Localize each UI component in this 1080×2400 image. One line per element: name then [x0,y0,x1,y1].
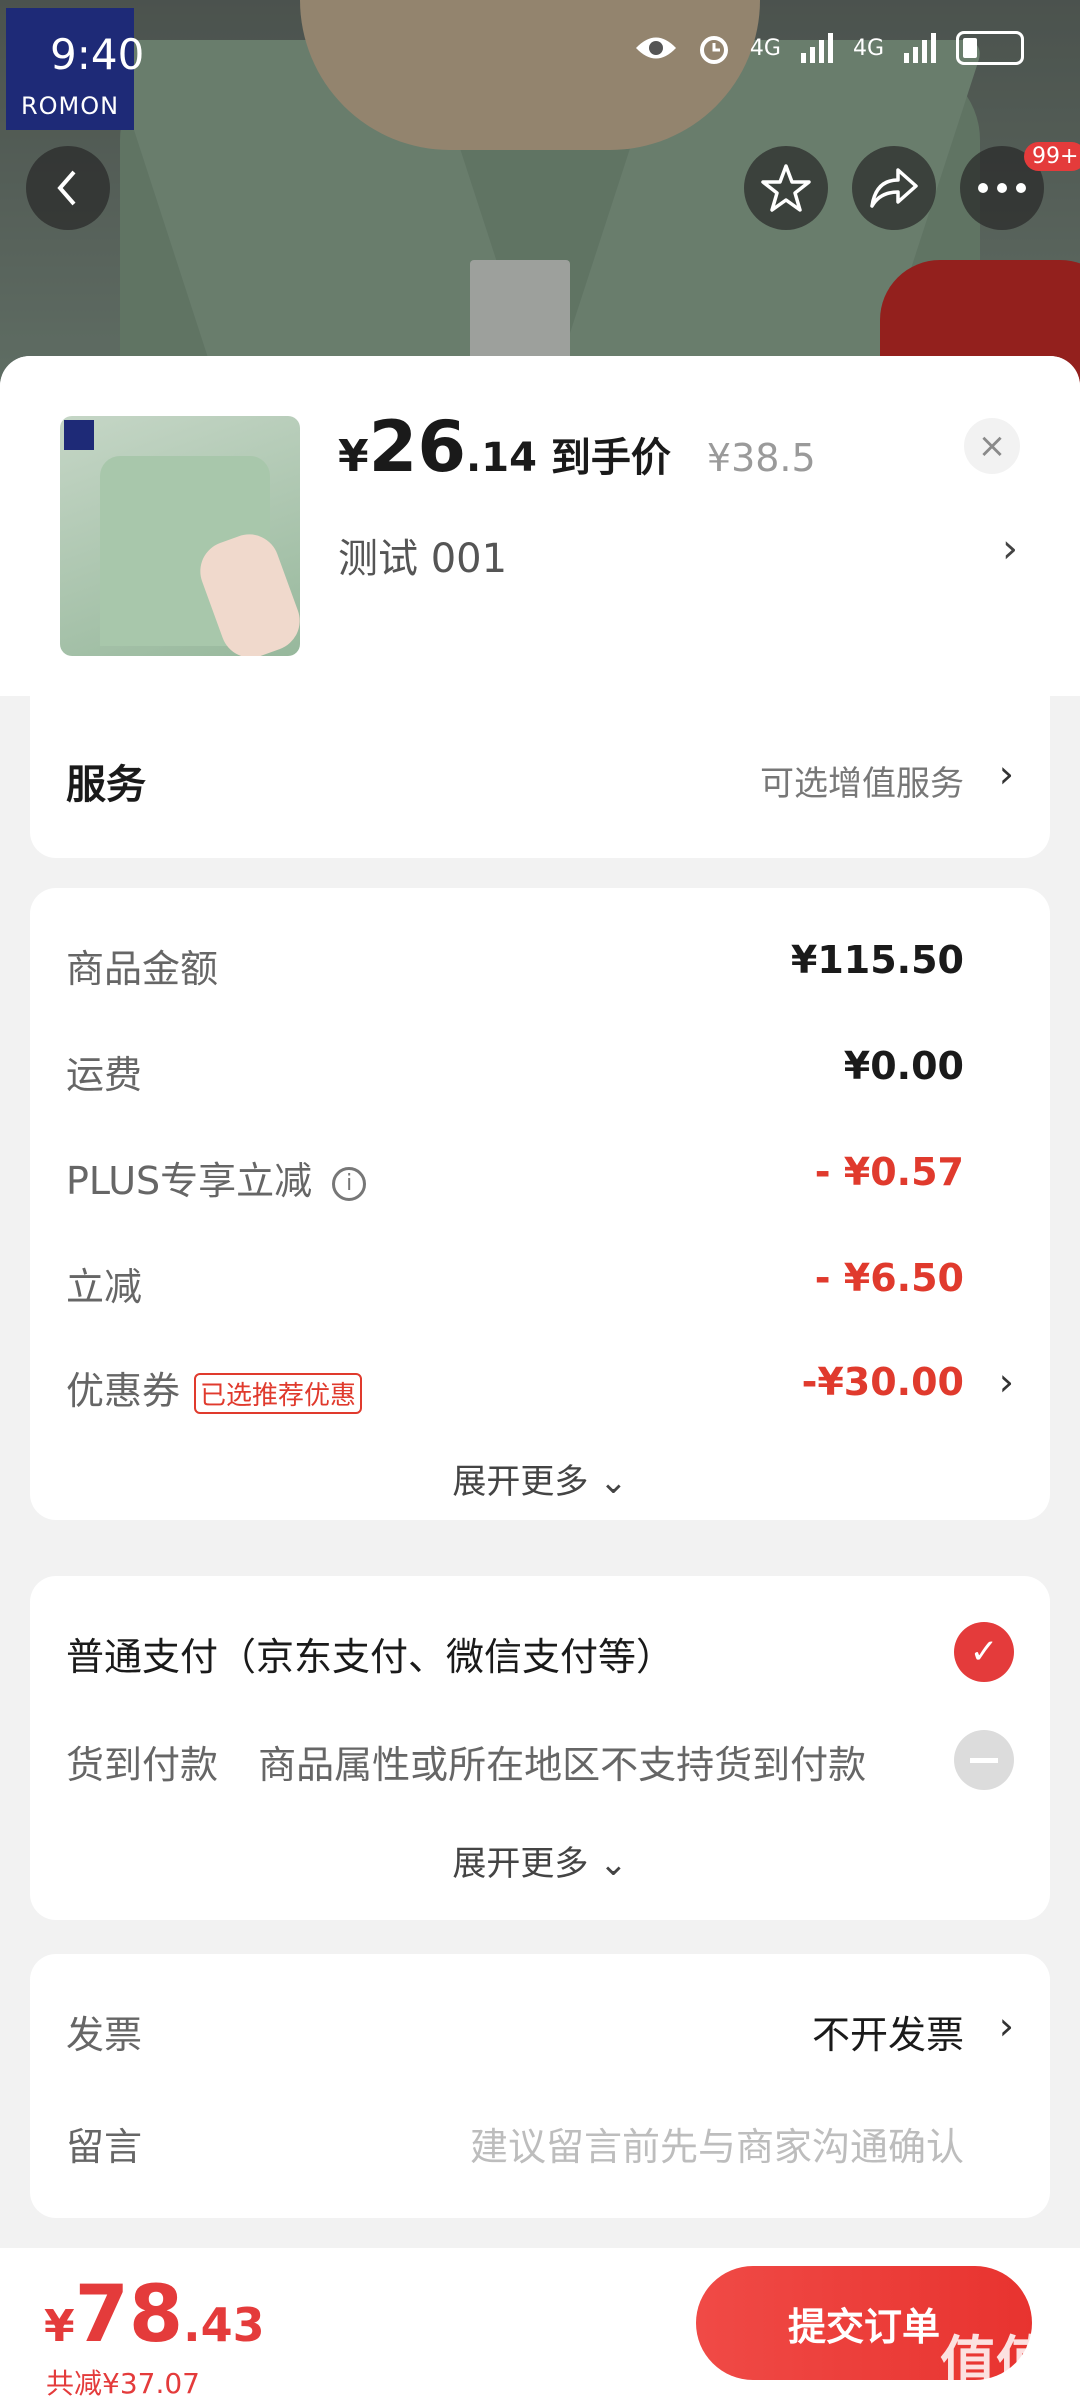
spec-text: 测试 001 [338,536,508,582]
note-row: 留言 建议留言前先与商家沟通确认 [66,2116,1014,2171]
network-label: 4G [749,35,781,61]
signal-icon-2 [904,33,936,63]
expand-more-button[interactable]: 展开更多 ⌄ [30,1454,1050,1503]
price-integer: 26 [368,406,467,488]
status-bar: 9:40 4G 4G [0,0,1080,110]
payment-card: 普通支付（京东支付、微信支付等） ✓ 货到付款 商品属性或所在地区不支持货到付款… [30,1576,1050,1920]
service-title: 服务 [66,762,146,808]
direct-discount-row: 立减 - ¥6.50 [66,1256,964,1309]
back-button[interactable] [26,146,110,230]
product-thumbnail[interactable] [60,416,300,656]
chevron-down-icon: ⌄ [599,1844,628,1884]
chevron-down-icon: ⌄ [599,1462,628,1502]
invoice-row[interactable]: 发票 不开发票 › [66,2004,1014,2059]
share-button[interactable] [852,146,936,230]
network-label-2: 4G [852,35,884,61]
plus-discount: - ¥0.57 [814,1150,964,1194]
watermark: 值值值 [940,2331,1052,2396]
normal-payment-option[interactable]: 普通支付（京东支付、微信支付等） [66,1626,1014,1681]
disabled-radio-icon [954,1730,1014,1790]
chevron-right-icon: › [998,1360,1014,1404]
share-icon [870,168,918,208]
chevron-right-icon: › [998,752,1014,796]
signal-icon [800,33,833,63]
price-decimal: .14 [466,435,537,481]
shipping-fee: ¥0.00 [843,1044,964,1088]
more-dots-icon [978,183,1026,193]
chevron-right-icon: › [998,2004,1014,2048]
final-price-label: 到手价 [550,435,671,481]
direct-discount: - ¥6.50 [814,1256,964,1300]
star-icon [761,164,811,212]
alarm-icon [699,36,728,64]
checkmark-icon[interactable]: ✓ [954,1622,1014,1682]
total-price: ¥ 78 .43 [44,2270,265,2360]
battery-icon [956,31,1024,65]
cod-note: 商品属性或所在地区不支持货到付款 [258,1743,867,1787]
bottom-bar: ¥ 78 .43 共减¥37.07 提交订单 [0,2248,1080,2400]
amount-card: 商品金额 ¥115.50 运费 ¥0.00 PLUS专享立减 i - ¥0.57 … [30,888,1050,1520]
info-icon[interactable]: i [332,1166,367,1201]
spec-selector[interactable]: 测试 001 › [338,526,1018,584]
order-sheet: ¥ 26 .14 到手价 ¥38.5 × 测试 001 › 服务 可选增值服务 … [0,356,1080,2400]
coupon-discount: -¥30.00 [801,1360,964,1404]
product-summary: ¥ 26 .14 到手价 ¥38.5 × 测试 001 › [0,356,1080,696]
notification-badge: 99+ [1024,142,1080,171]
service-card[interactable]: 服务 可选增值服务 › [30,696,1050,858]
brand-logo-small [64,420,94,450]
plus-discount-row: PLUS专享立减 i - ¥0.57 [66,1150,964,1203]
coupon-badge: 已选推荐优惠 [194,1373,363,1414]
extra-card: 发票 不开发票 › 留言 建议留言前先与商家沟通确认 [30,1954,1050,2218]
chevron-right-icon: › [1002,526,1018,572]
total-savings: 共减¥37.07 [46,2367,200,2400]
expand-more-button[interactable]: 展开更多 ⌄ [30,1836,1050,1885]
close-button[interactable]: × [964,418,1020,474]
favorite-button[interactable] [744,146,828,230]
original-price: ¥38.5 [706,436,816,480]
invoice-value: 不开发票 [811,2013,964,2057]
eye-icon [635,37,676,59]
goods-amount: ¥115.50 [790,938,964,982]
service-value: 可选增值服务 [760,764,964,804]
status-time: 9:40 [50,30,145,79]
price-row: ¥ 26 .14 到手价 ¥38.5 [338,406,816,488]
price-currency: ¥ [338,431,369,482]
coupon-row[interactable]: 优惠券 已选推荐优惠 -¥30.00 › [66,1360,1014,1415]
shipping-row: 运费 ¥0.00 [66,1044,964,1097]
cod-payment-option: 货到付款 商品属性或所在地区不支持货到付款 [66,1743,867,1787]
note-input[interactable]: 建议留言前先与商家沟通确认 [470,2116,964,2171]
goods-amount-row: 商品金额 ¥115.50 [66,938,964,991]
chevron-left-icon [57,170,76,206]
status-icons: 4G 4G [634,30,1024,66]
